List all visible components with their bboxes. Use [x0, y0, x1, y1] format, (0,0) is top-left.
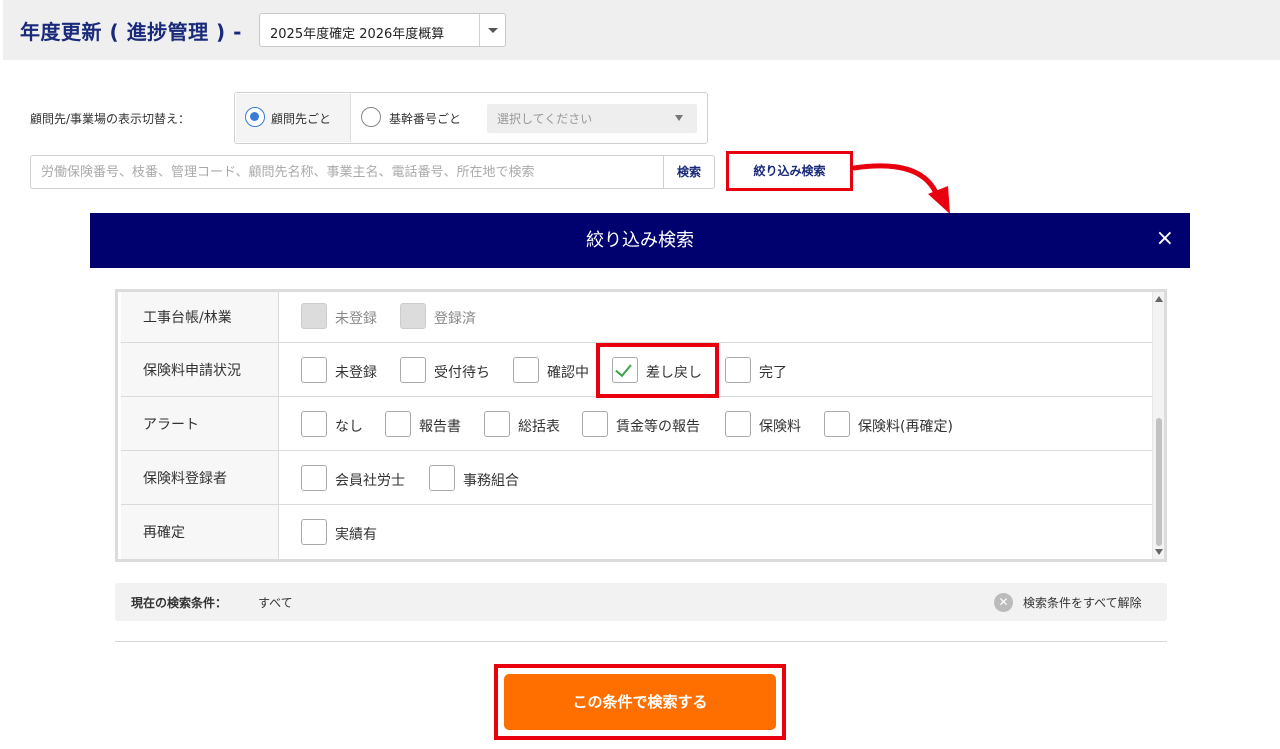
fiscal-year-select[interactable]: 2025年度確定 2026年度概算: [259, 13, 506, 47]
filter-row-ledger: 工事台帳/林業 未登録 登録済: [121, 292, 1152, 343]
clear-icon[interactable]: ✕: [994, 593, 1013, 612]
checkbox-registrant-association[interactable]: [429, 465, 455, 491]
checkbox-alert-report[interactable]: [385, 411, 411, 437]
checkbox-status-unregistered[interactable]: [301, 357, 327, 383]
chevron-down-icon: [675, 115, 683, 121]
checkbox-label: 登録済: [434, 311, 476, 327]
radio-client[interactable]: [245, 107, 265, 127]
checkbox-label[interactable]: 会員社労士: [335, 470, 405, 490]
scroll-up-icon[interactable]: [1155, 296, 1163, 302]
filter-row-label: 工事台帳/林業: [121, 292, 279, 342]
page-title: 年度更新 ( 進捗管理 ) -: [20, 20, 242, 44]
filter-modal-header: 絞り込み検索 ×: [90, 213, 1190, 268]
checkbox-label[interactable]: 報告書: [419, 416, 461, 436]
radio-client-label[interactable]: 顧問先ごと: [271, 110, 331, 127]
filter-modal-title: 絞り込み検索: [586, 230, 694, 251]
checkbox-reconfirm-has-record[interactable]: [301, 519, 327, 545]
checkbox-label[interactable]: 確認中: [547, 362, 589, 382]
key-number-select[interactable]: 選択してください: [487, 104, 697, 133]
checkbox-label[interactable]: 受付待ち: [434, 362, 490, 382]
filter-grid-scrollbar[interactable]: [1152, 292, 1164, 559]
filter-row-registrant: 保険料登録者 会員社労士 事務組合: [121, 451, 1152, 505]
filter-row-label: 保険料登録者: [121, 451, 279, 504]
clear-all-conditions-link[interactable]: 検索条件をすべて解除: [1023, 594, 1142, 611]
callout-arrow-icon: [851, 163, 950, 214]
checkbox-label[interactable]: 差し戻し: [646, 362, 702, 382]
filter-row-label: アラート: [121, 397, 279, 450]
filter-row-alert: アラート なし 報告書 総括表 賃金等の報告 保険料 保険料(再確定): [121, 397, 1152, 451]
search-input[interactable]: [30, 155, 664, 189]
radio-key-number-label[interactable]: 基幹番号ごと: [389, 110, 461, 127]
checkbox-label[interactable]: 保険料: [759, 416, 801, 436]
checkbox-label[interactable]: 賃金等の報告: [616, 416, 700, 436]
display-toggle-group: 顧問先ごと 基幹番号ごと 選択してください: [234, 92, 708, 144]
checkbox-alert-wage-report[interactable]: [582, 411, 608, 437]
checkbox-registrant-member[interactable]: [301, 465, 327, 491]
display-toggle-label: 顧問先/事業場の表示切替え：: [30, 112, 191, 126]
search-with-conditions-button[interactable]: この条件で検索する: [504, 674, 776, 730]
checkbox-status-waiting[interactable]: [400, 357, 426, 383]
checkbox-ledger-registered: [400, 303, 426, 329]
check-icon: [615, 359, 632, 378]
close-icon[interactable]: ×: [1156, 227, 1174, 251]
search-condition-bar: 現在の検索条件： すべて ✕ 検索条件をすべて解除: [115, 583, 1167, 621]
filter-row-reconfirm: 再確定 実績有: [121, 505, 1152, 559]
scrollbar-thumb[interactable]: [1156, 418, 1162, 546]
filter-row-label: 再確定: [121, 505, 279, 559]
checkbox-label[interactable]: 実績有: [335, 524, 377, 544]
checkbox-label[interactable]: 総括表: [518, 416, 560, 436]
fiscal-year-select-value: 2025年度確定 2026年度概算: [270, 27, 445, 42]
checkbox-status-complete[interactable]: [725, 357, 751, 383]
filter-search-button-label: 絞り込み検索: [753, 164, 826, 178]
page-header: 年度更新 ( 進捗管理 ) - 2025年度確定 2026年度概算: [3, 0, 1280, 60]
search-condition-label: 現在の検索条件：: [131, 596, 228, 610]
filter-row-application-status: 保険料申請状況 未登録 受付待ち 確認中 差し戻し 完了: [121, 343, 1152, 398]
chevron-down-icon[interactable]: [479, 14, 505, 46]
checkbox-alert-none[interactable]: [301, 411, 327, 437]
filter-grid: 工事台帳/林業 未登録 登録済 保険料申請状況 未登録 受付待ち 確認中 差し戻…: [115, 289, 1167, 562]
checkbox-label[interactable]: 未登録: [335, 362, 377, 382]
checkbox-status-returned[interactable]: [612, 357, 638, 383]
search-button[interactable]: 検索: [663, 155, 715, 189]
checkbox-status-reviewing[interactable]: [513, 357, 539, 383]
checkbox-label[interactable]: 保険料(再確定): [858, 416, 953, 436]
search-condition-value: すべて: [258, 596, 293, 610]
checkbox-label[interactable]: 事務組合: [463, 470, 519, 490]
checkbox-ledger-unregistered: [301, 303, 327, 329]
submit-highlight-frame: この条件で検索する: [494, 664, 786, 740]
checkbox-alert-premium-reconfirm[interactable]: [824, 411, 850, 437]
checkbox-label[interactable]: 完了: [759, 362, 787, 382]
scroll-down-icon[interactable]: [1155, 549, 1163, 555]
key-number-select-placeholder: 選択してください: [497, 112, 593, 126]
checkbox-label[interactable]: なし: [335, 416, 363, 436]
radio-key-number[interactable]: [361, 107, 381, 127]
filter-search-button[interactable]: 絞り込み検索: [726, 151, 853, 191]
checkbox-label: 未登録: [335, 311, 377, 327]
checkbox-alert-summary[interactable]: [484, 411, 510, 437]
divider: [115, 641, 1167, 642]
filter-row-label: 保険料申請状況: [121, 343, 279, 396]
checkbox-alert-premium[interactable]: [725, 411, 751, 437]
